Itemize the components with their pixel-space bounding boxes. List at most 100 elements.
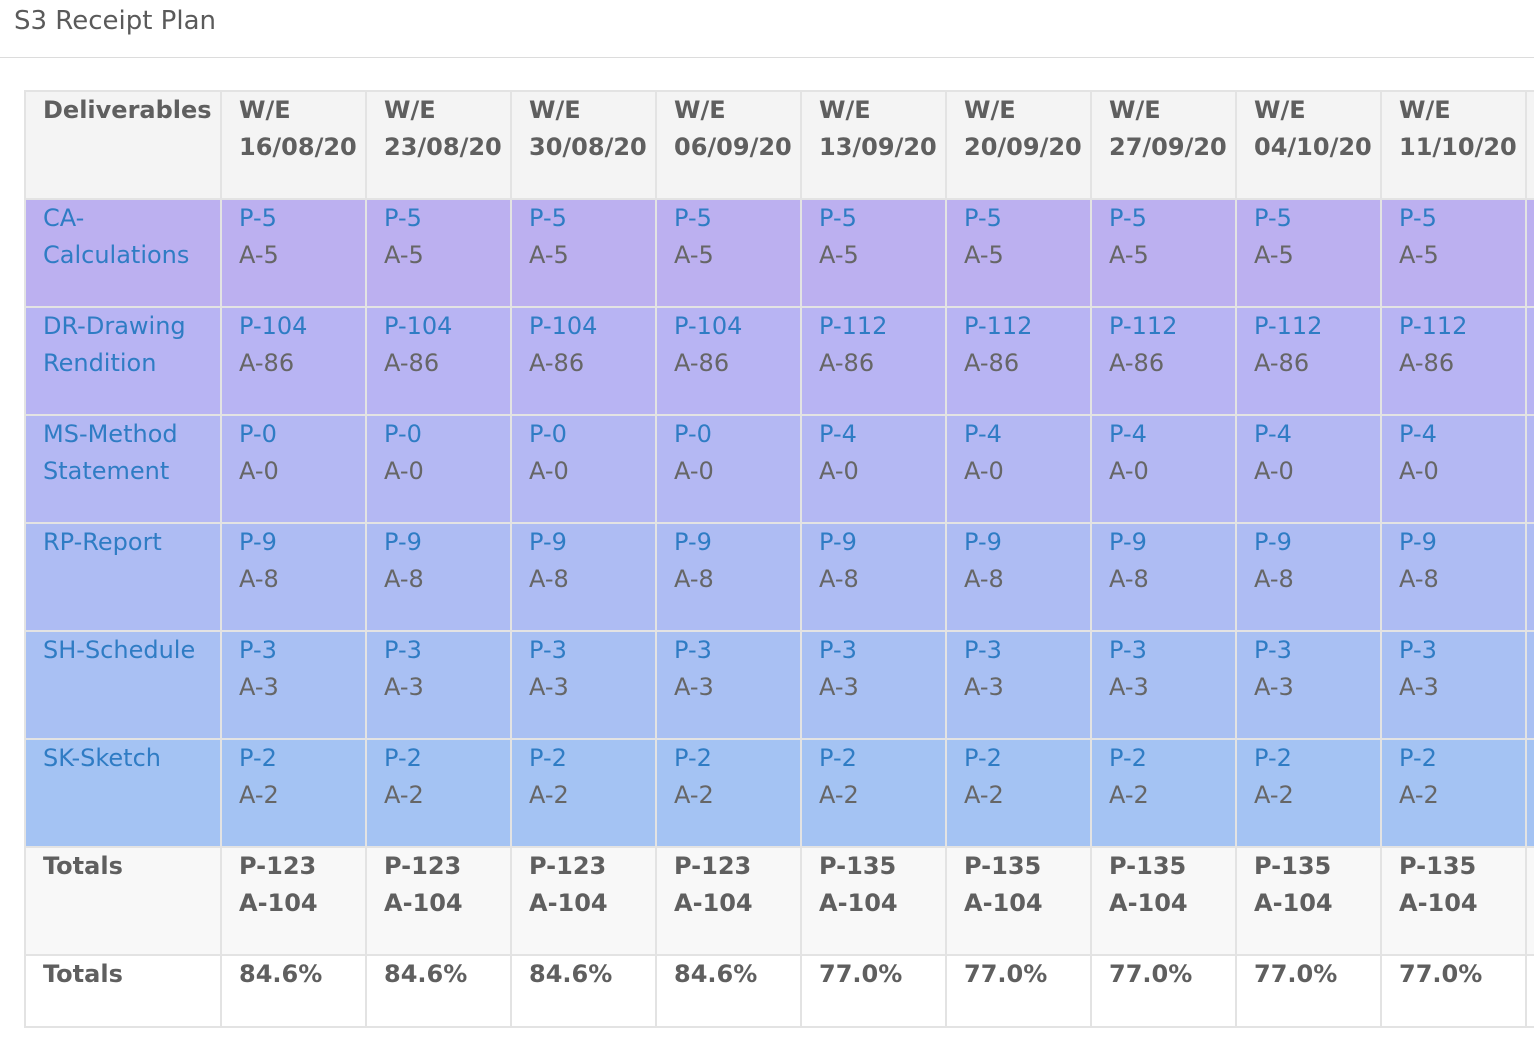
actual-value: A-5 (1399, 241, 1439, 269)
planned-value-link[interactable]: P-0 (384, 417, 509, 453)
actual-value: A-0 (384, 457, 424, 485)
planned-value-link[interactable]: P-3 (964, 633, 1089, 669)
plan-cell: P-4 A-0 (945, 414, 1092, 524)
planned-value-link[interactable]: P-4 (1399, 417, 1524, 453)
column-header-prefix: W/E (239, 96, 291, 124)
planned-value-link[interactable]: P-3 (1254, 633, 1379, 669)
planned-value-link[interactable]: P-104 (239, 309, 364, 345)
plan-cell: P-4 A-0 (1090, 414, 1237, 524)
planned-value-link[interactable]: P-0 (674, 417, 799, 453)
planned-value-link[interactable]: P-9 (1254, 525, 1379, 561)
plan-cell: P-3 A-3 (1380, 630, 1527, 740)
planned-value-link[interactable]: P-0 (529, 417, 654, 453)
planned-value-link[interactable]: P-2 (674, 741, 799, 777)
planned-value-link[interactable]: P-112 (819, 309, 944, 345)
table-row: MS-Method Statement P-0 A-0 P-0 A-0 P-0 A-0 P-0… (24, 414, 1534, 524)
planned-value-link[interactable]: P-3 (239, 633, 364, 669)
planned-value-link[interactable]: P-5 (964, 201, 1089, 237)
planned-value-link[interactable]: P-9 (529, 525, 654, 561)
total-planned: P-135 (964, 852, 1042, 880)
actual-value: A-5 (674, 241, 714, 269)
actual-value: A-2 (1109, 781, 1149, 809)
plan-cell: P-5 A-5 (510, 198, 657, 308)
plan-cell: P-112 A-86 (945, 306, 1092, 416)
planned-value-link[interactable]: P-5 (1254, 201, 1379, 237)
planned-value-link[interactable]: P-9 (964, 525, 1089, 561)
planned-value-link[interactable]: P-2 (819, 741, 944, 777)
planned-value-link[interactable]: P-3 (819, 633, 944, 669)
planned-value-link[interactable]: P-5 (384, 201, 509, 237)
planned-value-link[interactable]: P-9 (819, 525, 944, 561)
deliverable-link[interactable]: CA-Calculations (24, 198, 222, 308)
planned-value-link[interactable]: P-112 (1254, 309, 1379, 345)
planned-value-link[interactable]: P-3 (1399, 633, 1524, 669)
planned-value-link[interactable]: P-4 (1254, 417, 1379, 453)
total-planned: P-123 (529, 852, 607, 880)
planned-value-link[interactable]: P-2 (1109, 741, 1234, 777)
deliverable-link[interactable]: DR-Drawing Rendition (24, 306, 222, 416)
plan-cell: P-9 A-8 (220, 522, 367, 632)
actual-value: A-3 (1109, 673, 1149, 701)
planned-value-link[interactable]: P-5 (529, 201, 654, 237)
planned-value-link[interactable]: P-5 (1399, 201, 1524, 237)
planned-value-link[interactable]: P-9 (1399, 525, 1524, 561)
total-actual: A-104 (239, 889, 318, 917)
planned-value-link[interactable]: P-112 (1109, 309, 1234, 345)
plan-cell: P-5 A-5 (800, 198, 947, 308)
planned-value-link[interactable]: P-5 (819, 201, 944, 237)
totals-cell: P-135 A-104 (1090, 846, 1237, 956)
planned-value-link[interactable]: P-4 (819, 417, 944, 453)
planned-value-link[interactable]: P-2 (529, 741, 654, 777)
plan-cell: P-4 A-0 (800, 414, 947, 524)
deliverable-link[interactable]: MS-Method Statement (24, 414, 222, 524)
planned-value-link[interactable]: P-3 (1109, 633, 1234, 669)
planned-value-link[interactable]: P-3 (529, 633, 654, 669)
planned-value-link[interactable]: P-5 (239, 201, 364, 237)
planned-value-link[interactable]: P-4 (1109, 417, 1234, 453)
total-planned: P-123 (239, 852, 317, 880)
planned-value-link[interactable]: P-5 (674, 201, 799, 237)
actual-value: A-0 (819, 457, 859, 485)
planned-value-link[interactable]: P-3 (384, 633, 509, 669)
planned-value-link[interactable]: P-9 (239, 525, 364, 561)
plan-cell: P-3 A-3 (1090, 630, 1237, 740)
planned-value-link[interactable]: P-9 (384, 525, 509, 561)
overflow-cell (1525, 954, 1534, 1028)
overflow-cell (1525, 198, 1534, 308)
deliverable-link[interactable]: RP-Report (24, 522, 222, 632)
planned-value-link[interactable]: P-104 (529, 309, 654, 345)
planned-value-link[interactable]: P-104 (674, 309, 799, 345)
overflow-cell (1525, 414, 1534, 524)
percent-cell: 84.6% (510, 954, 657, 1028)
column-header-prefix: W/E (964, 96, 1016, 124)
planned-value-link[interactable]: P-2 (384, 741, 509, 777)
column-header-prefix: W/E (1109, 96, 1161, 124)
planned-value-link[interactable]: P-5 (1109, 201, 1234, 237)
actual-value: A-5 (964, 241, 1004, 269)
actual-value: A-3 (239, 673, 279, 701)
percent-cell: 77.0% (1380, 954, 1527, 1028)
planned-value-link[interactable]: P-9 (674, 525, 799, 561)
planned-value-link[interactable]: P-0 (239, 417, 364, 453)
planned-value-link[interactable]: P-9 (1109, 525, 1234, 561)
plan-cell: P-3 A-3 (510, 630, 657, 740)
planned-value-link[interactable]: P-4 (964, 417, 1089, 453)
deliverable-link[interactable]: SH-Schedule (24, 630, 222, 740)
actual-value: A-5 (1254, 241, 1294, 269)
planned-value-link[interactable]: P-112 (964, 309, 1089, 345)
planned-value-link[interactable]: P-2 (964, 741, 1089, 777)
overflow-cell (1525, 522, 1534, 632)
planned-value-link[interactable]: P-112 (1399, 309, 1524, 345)
deliverable-link[interactable]: SK-Sketch (24, 738, 222, 848)
percent-cell: 84.6% (220, 954, 367, 1028)
planned-value-link[interactable]: P-2 (239, 741, 364, 777)
planned-value-link[interactable]: P-3 (674, 633, 799, 669)
planned-value-link[interactable]: P-2 (1254, 741, 1379, 777)
planned-value-link[interactable]: P-2 (1399, 741, 1524, 777)
planned-value-link[interactable]: P-104 (384, 309, 509, 345)
plan-cell: P-104 A-86 (655, 306, 802, 416)
totals-cell: P-135 A-104 (945, 846, 1092, 956)
plan-cell: P-3 A-3 (220, 630, 367, 740)
actual-value: A-8 (239, 565, 279, 593)
receipt-plan-table-container[interactable]: Deliverables W/E 16/08/20 W/E 23/08/20 W/E 30… (24, 90, 1534, 1030)
